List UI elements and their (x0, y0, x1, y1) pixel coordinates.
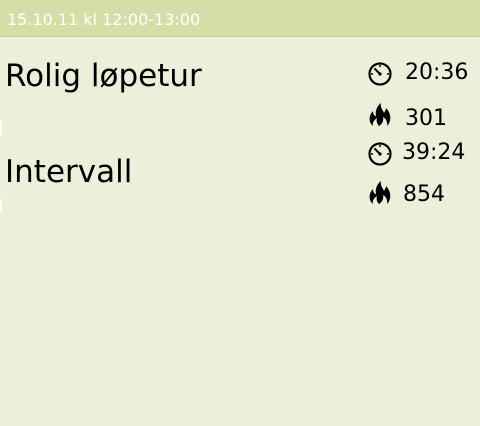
row-divider-mark (0, 199, 2, 213)
calories-value: 301 (405, 106, 447, 131)
session-header: 15.10.11 kl 12:00-13:00 (0, 0, 480, 37)
duration-value: 39:24 (402, 140, 466, 165)
duration-value: 20:36 (405, 60, 469, 85)
calories-value: 854 (403, 182, 445, 207)
activity-name[interactable]: Intervall (5, 157, 132, 188)
row-divider-mark (0, 121, 2, 135)
session-datetime: 15.10.11 kl 12:00-13:00 (7, 10, 201, 29)
activity-name[interactable]: Rolig løpetur (5, 61, 202, 92)
stopwatch-icon (367, 140, 393, 166)
flame-icon (367, 180, 393, 206)
stopwatch-icon (367, 60, 393, 86)
flame-icon (367, 102, 393, 128)
